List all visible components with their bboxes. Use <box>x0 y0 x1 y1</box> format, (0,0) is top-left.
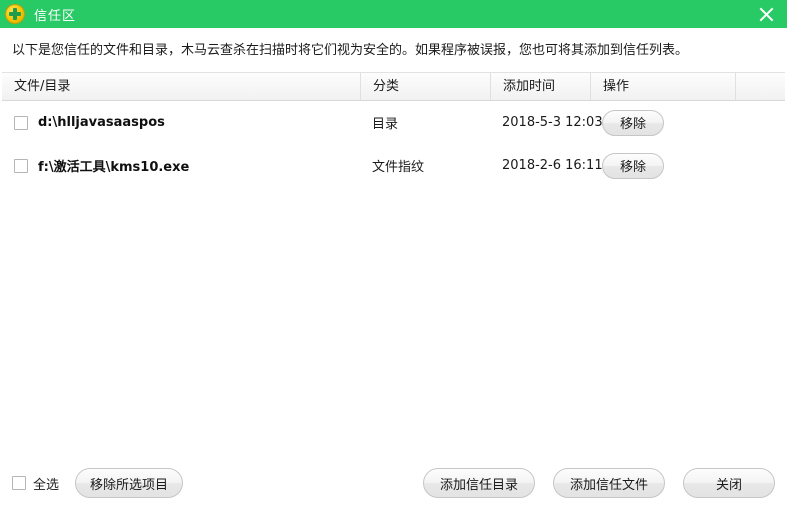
row-time-cell: 2018-2-6 16:11 <box>490 158 603 173</box>
row-category-cell: 文件指纹 <box>360 156 490 175</box>
row-name-cell: f:\激活工具\kms10.exe <box>2 156 360 175</box>
footer-actions: 添加信任目录 添加信任文件 关闭 <box>422 468 775 498</box>
row-checkbox[interactable] <box>14 115 28 130</box>
description-text: 以下是您信任的文件和目录，木马云查杀在扫描时将它们视为安全的。如果程序被误报，您… <box>12 43 689 58</box>
row-name-cell: d:\hlljavasaaspos <box>2 115 360 130</box>
window-title: 信任区 <box>34 8 77 24</box>
title-bar: 信任区 <box>0 0 787 28</box>
column-header-action: 操作 <box>590 73 735 100</box>
footer-bar: 全选 移除所选项目 添加信任目录 添加信任文件 关闭 <box>0 459 787 507</box>
row-action-cell: 移除 <box>590 152 735 179</box>
close-dialog-button[interactable]: 关闭 <box>683 468 775 498</box>
row-category-cell: 目录 <box>360 113 490 132</box>
trusted-items-table: 文件/目录 分类 添加时间 操作 d:\hlljavasaaspos 目录 20… <box>2 72 785 187</box>
column-header-spacer <box>735 73 787 100</box>
row-path-label: d:\hlljavasaaspos <box>38 115 165 130</box>
table-row[interactable]: d:\hlljavasaaspos 目录 2018-5-3 12:03 移除 <box>2 101 785 144</box>
column-header-name: 文件/目录 <box>14 79 71 94</box>
column-header-category: 分类 <box>360 73 490 100</box>
table-row[interactable]: f:\激活工具\kms10.exe 文件指纹 2018-2-6 16:11 移除 <box>2 144 785 187</box>
shield-plus-icon <box>6 5 24 23</box>
add-trusted-directory-button[interactable]: 添加信任目录 <box>422 468 535 498</box>
select-all-label: 全选 <box>33 477 60 493</box>
row-category-label: 文件指纹 <box>372 160 425 175</box>
table-header-row: 文件/目录 分类 添加时间 操作 <box>2 72 785 101</box>
remove-selected-button[interactable]: 移除所选项目 <box>75 468 184 498</box>
row-category-label: 目录 <box>372 117 399 132</box>
row-path-label: f:\激活工具\kms10.exe <box>38 160 190 175</box>
table-body: d:\hlljavasaaspos 目录 2018-5-3 12:03 移除 f… <box>2 101 785 187</box>
remove-row-button[interactable]: 移除 <box>602 152 664 179</box>
add-trusted-file-button[interactable]: 添加信任文件 <box>552 468 665 498</box>
row-time-cell: 2018-5-3 12:03 <box>490 115 603 130</box>
remove-row-button[interactable]: 移除 <box>602 109 664 136</box>
select-all-control[interactable]: 全选 <box>12 474 59 493</box>
row-time-label: 2018-2-6 16:11 <box>502 158 603 173</box>
column-header-time: 添加时间 <box>490 73 590 100</box>
row-action-cell: 移除 <box>590 109 735 136</box>
close-icon[interactable] <box>745 0 787 28</box>
select-all-checkbox[interactable] <box>12 476 26 490</box>
row-checkbox[interactable] <box>14 158 28 173</box>
row-time-label: 2018-5-3 12:03 <box>502 115 603 130</box>
